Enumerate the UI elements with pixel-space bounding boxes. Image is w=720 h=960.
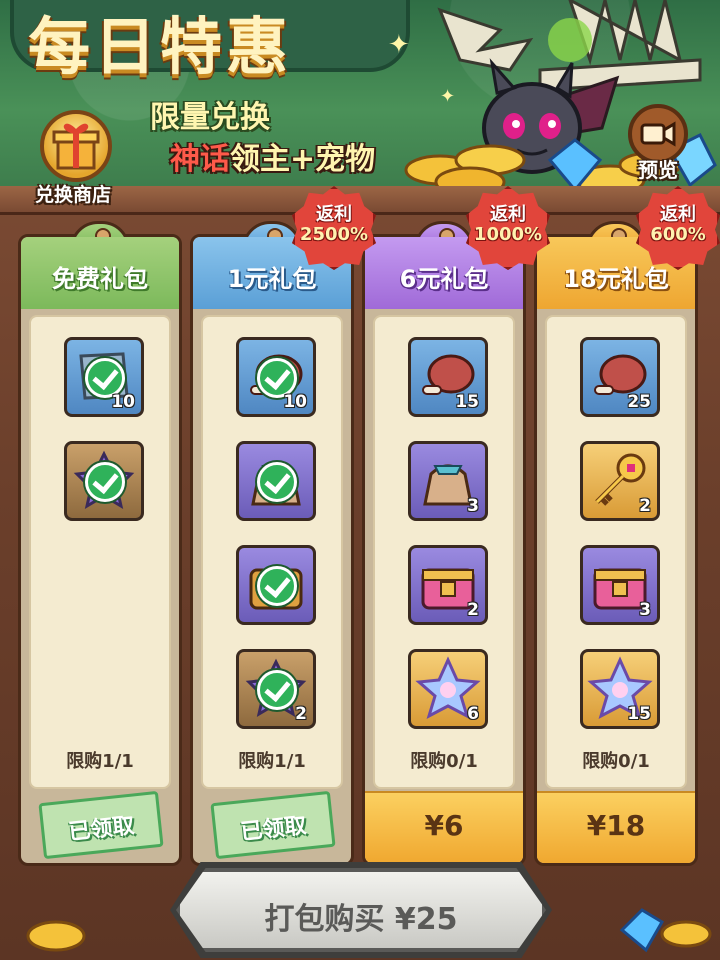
reward-item[interactable]: 10 [64, 337, 144, 417]
subtitle-myth: 神话 [170, 142, 230, 177]
item-qty: 3 [639, 600, 651, 620]
reward-item[interactable]: 6 [408, 649, 488, 729]
item-qty: 10 [111, 392, 135, 412]
subtitle-rest: 领主+宠物 [230, 142, 376, 177]
pack-column-18yuan: 18元礼包 25 2 3 15 限购0/1 ¥18 [534, 221, 698, 866]
rebate-label: 返利 [660, 204, 696, 225]
coin-icon [26, 920, 86, 952]
exchange-shop-label: 兑换商店 [34, 184, 111, 206]
rebate-value: 2500% [299, 224, 369, 245]
bundle-purchase-button[interactable]: 打包购买 ¥25 [176, 868, 546, 952]
reward-item[interactable]: 2 [236, 649, 316, 729]
item-qty: 6 [467, 704, 479, 724]
pack-items: 10 2 限购1/1 [201, 315, 343, 789]
rebate-badge: 返利 600% [636, 186, 720, 270]
reward-item[interactable]: 3 [580, 545, 660, 625]
reward-item[interactable] [64, 441, 144, 521]
buy-button-18yuan[interactable]: ¥18 [537, 791, 695, 863]
claimed-check-icon [257, 670, 297, 710]
subtitle-line1: 限量兑换 [150, 100, 270, 135]
purchase-limit: 限购0/1 [582, 751, 650, 772]
reward-item[interactable] [236, 545, 316, 625]
item-qty: 10 [283, 392, 307, 412]
exchange-shop-button[interactable]: 兑换商店 [18, 110, 128, 210]
preview-label: 预览 [638, 158, 678, 182]
gem-coin-icon [619, 908, 712, 953]
preview-button[interactable]: 预览 [618, 104, 698, 194]
pack-column-free: 免费礼包 10 限购1/1 已领取 [18, 221, 182, 866]
item-qty: 2 [639, 496, 651, 516]
sparkle-icon: ✦ [388, 30, 410, 60]
rebate-value: 1000% [473, 224, 543, 245]
buy-button-6yuan[interactable]: ¥6 [365, 791, 523, 863]
claimed-stamp: 已领取 [210, 790, 336, 860]
item-qty: 2 [467, 600, 479, 620]
subtitle-line2: 神话领主+宠物 [170, 134, 375, 178]
reward-item[interactable]: 2 [408, 545, 488, 625]
item-qty: 15 [455, 392, 479, 412]
pack-items: 25 2 3 15 限购0/1 [545, 315, 687, 789]
rebate-value: 600% [650, 224, 706, 245]
reward-item[interactable]: 3 [408, 441, 488, 521]
banner-title: 每日特惠 [28, 10, 293, 83]
item-qty: 3 [467, 496, 479, 516]
pack-items: 10 限购1/1 [29, 315, 171, 789]
pack-title: 免费礼包 [21, 237, 179, 309]
reward-item[interactable] [236, 441, 316, 521]
item-qty: 15 [627, 704, 651, 724]
purchase-limit: 限购0/1 [410, 751, 478, 772]
claimed-check-icon [257, 462, 297, 502]
reward-item[interactable]: 25 [580, 337, 660, 417]
item-qty: 25 [627, 392, 651, 412]
rebate-badge: 返利 2500% [292, 186, 376, 270]
claimed-check-icon [257, 566, 297, 606]
pack-items: 15 3 2 6 限购0/1 [373, 315, 515, 789]
rebate-label: 返利 [316, 204, 352, 225]
rebate-label: 返利 [490, 204, 526, 225]
pack-column-1yuan: 1元礼包 10 2 限购1/1 已领取 [190, 221, 354, 866]
claimed-check-icon [85, 462, 125, 502]
claimed-stamp: 已领取 [38, 790, 164, 860]
purchase-limit: 限购1/1 [238, 751, 306, 772]
rebate-badge: 返利 1000% [466, 186, 550, 270]
purchase-limit: 限购1/1 [66, 751, 134, 772]
pack-column-6yuan: 6元礼包 15 3 2 6 限购0/1 ¥6 [362, 221, 526, 866]
item-qty: 2 [295, 704, 307, 724]
reward-item[interactable]: 15 [408, 337, 488, 417]
gift-icon [40, 110, 112, 182]
reward-item[interactable]: 10 [236, 337, 316, 417]
reward-item[interactable]: 2 [580, 441, 660, 521]
reward-item[interactable]: 15 [580, 649, 660, 729]
